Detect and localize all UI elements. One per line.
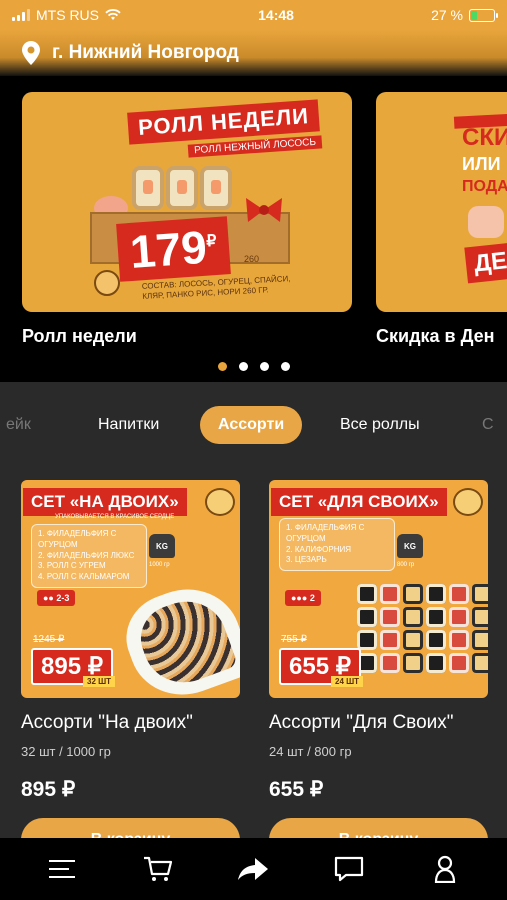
product-card[interactable]: СЕТ «ДЛЯ СВОИХ» 1. ФИЛАДЕЛЬФИЯ С ОГУРЦОМ… <box>269 480 489 838</box>
product-name[interactable]: Ассорти "Для Своих" <box>269 712 489 734</box>
add-to-cart-button[interactable]: В корзину <box>21 818 240 838</box>
tab-all-rolls[interactable]: Все роллы <box>340 406 420 444</box>
status-right: 27 % <box>431 7 498 23</box>
set-title: СЕТ «ДЛЯ СВОИХ» <box>271 488 447 516</box>
persons-badge: ●● 2-3 <box>37 590 76 606</box>
product-name[interactable]: Ассорти "На двоих" <box>21 712 241 734</box>
menu-icon <box>48 860 75 878</box>
banner-title: Скидка в Ден <box>376 326 495 346</box>
weight-caption: 800 гр <box>397 562 415 568</box>
sushi-set-image <box>357 584 488 673</box>
product-meta: 32 шт / 1000 гр <box>21 744 111 759</box>
weight-caption: 1000 гр <box>149 562 170 568</box>
catalog-section: ейк Напитки Ассорти Все роллы С СЕТ «НА … <box>0 382 507 838</box>
wifi-icon <box>105 9 121 20</box>
pieces-badge: 32 ШТ <box>83 676 116 687</box>
add-to-cart-button[interactable]: В корзину <box>269 818 488 838</box>
persons-badge: ●●● 2 <box>285 590 321 606</box>
clock: 14:48 <box>258 7 294 23</box>
location-selector[interactable]: г. Нижний Новгород <box>0 30 507 76</box>
cart-icon <box>143 856 172 881</box>
promo-weight: 260 <box>244 254 260 264</box>
status-bar: MTS RUS 14:48 27 % <box>0 0 507 30</box>
people-icon: ●●● <box>291 593 310 603</box>
battery-icon <box>468 8 498 22</box>
share-arrow-icon <box>238 858 269 880</box>
nav-cart[interactable] <box>138 849 178 889</box>
promo-banner-image[interactable]: РОЛЛ НЕДЕЛИ РОЛЛ НЕЖНЫЙ ЛОСОСЬ 179₽ 260 … <box>22 92 352 312</box>
product-image[interactable]: СЕТ «НА ДВОИХ» УПАКОВЫВАЕТСЯ В КРАСИВОЕ … <box>21 480 240 698</box>
profile-icon <box>434 855 456 883</box>
nav-chat[interactable] <box>329 849 369 889</box>
promo-carousel[interactable]: РОЛЛ НЕДЕЛИ РОЛЛ НЕЖНЫЙ ЛОСОСЬ 179₽ 260 … <box>0 76 507 382</box>
brand-logo <box>205 488 235 516</box>
weight-icon: KG <box>149 534 175 558</box>
status-left: MTS RUS <box>12 7 121 23</box>
bottom-navigation <box>0 838 507 900</box>
nav-menu[interactable] <box>42 849 82 889</box>
set-title: СЕТ «НА ДВОИХ» <box>23 488 187 516</box>
carousel-dot-active[interactable] <box>217 362 227 371</box>
tab-cakes[interactable]: ейк <box>6 406 31 444</box>
gift-hand-image <box>468 206 504 238</box>
promo-line-3: ПОДАРО <box>462 178 507 195</box>
product-image[interactable]: СЕТ «ДЛЯ СВОИХ» 1. ФИЛАДЕЛЬФИЯ С ОГУРЦОМ… <box>269 480 488 698</box>
carousel-dot[interactable] <box>280 362 290 371</box>
pieces-badge: 24 ШТ <box>331 676 364 687</box>
promo-banner-roll-of-week[interactable]: РОЛЛ НЕДЕЛИ РОЛЛ НЕЖНЫЙ ЛОСОСЬ 179₽ 260 … <box>22 92 352 347</box>
brand-logo <box>94 270 120 296</box>
set-composition-list: 1. ФИЛАДЕЛЬФИЯ С ОГУРЦОМ 2. ФИЛАДЕЛЬФИЯ … <box>31 524 147 588</box>
tab-more[interactable]: С <box>482 406 494 444</box>
product-price: 895 ₽ <box>21 778 76 801</box>
carousel-dot[interactable] <box>238 362 248 371</box>
chat-bubble-icon <box>335 856 364 882</box>
signal-icon <box>12 9 30 21</box>
promo-banner-birthday-discount[interactable]: СКИД ИЛИ ПОДАРО ДЕН Скидка в Ден <box>376 92 507 347</box>
ribbon-bow-icon <box>246 198 282 222</box>
promo-line-1: СКИД <box>462 124 507 151</box>
battery-percent: 27 % <box>431 7 463 23</box>
old-price: 1245 ₽ <box>33 634 65 645</box>
promo-banner-image[interactable]: СКИД ИЛИ ПОДАРО ДЕН <box>376 92 507 312</box>
promo-price: 179₽ <box>116 216 231 282</box>
banner-title: Ролл недели <box>22 326 137 346</box>
carousel-pagination <box>0 362 507 371</box>
product-meta: 24 шт / 800 гр <box>269 744 352 759</box>
nav-profile[interactable] <box>425 849 465 889</box>
city-name: г. Нижний Новгород <box>52 42 239 63</box>
sushi-rolls-image <box>132 166 232 210</box>
weight-icon: KG <box>397 534 423 558</box>
carrier-label: MTS RUS <box>36 7 99 23</box>
tab-drinks[interactable]: Напитки <box>98 406 159 444</box>
carousel-dot[interactable] <box>259 362 269 371</box>
tab-assorti[interactable]: Ассорти <box>200 406 303 444</box>
promo-line-4: ДЕН <box>464 240 507 284</box>
category-tabs: ейк Напитки Ассорти Все роллы С <box>0 406 507 444</box>
set-composition-list: 1. ФИЛАДЕЛЬФИЯ С ОГУРЦОМ 2. КАЛИФОРНИЯ 3… <box>279 518 395 572</box>
old-price: 755 ₽ <box>281 634 307 645</box>
product-card[interactable]: СЕТ «НА ДВОИХ» УПАКОВЫВАЕТСЯ В КРАСИВОЕ … <box>21 480 241 838</box>
product-price: 655 ₽ <box>269 778 324 801</box>
promo-line-2: ИЛИ <box>462 154 501 174</box>
location-pin-icon <box>22 41 40 65</box>
set-note: УПАКОВЫВАЕТСЯ В КРАСИВОЕ СЕРДЦЕ <box>55 514 175 520</box>
nav-share[interactable] <box>233 849 273 889</box>
people-icon: ●● <box>43 593 57 603</box>
brand-logo <box>453 488 483 516</box>
